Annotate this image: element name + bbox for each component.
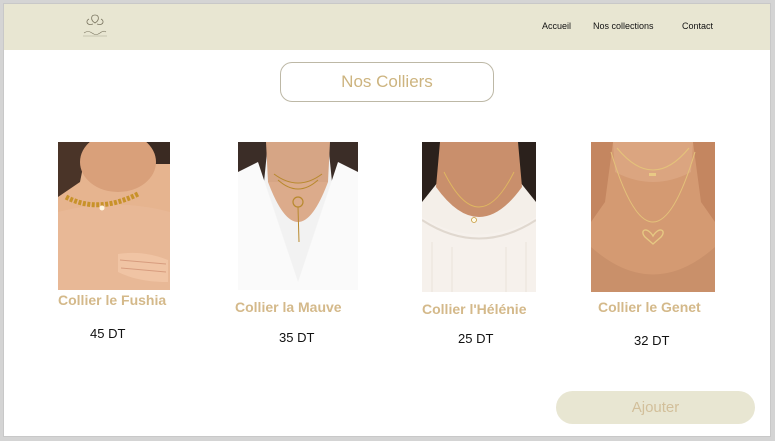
brand-logo[interactable] <box>78 12 112 42</box>
product-name-mauve: Collier la Mauve <box>235 299 342 315</box>
nav-link-accueil[interactable]: Accueil <box>542 21 571 31</box>
product-name-genet: Collier le Genet <box>598 299 701 315</box>
nav-link-collections[interactable]: Nos collections <box>593 21 654 31</box>
product-price-mauve: 35 DT <box>279 330 315 345</box>
product-name-helenie: Collier l'Hélénie <box>422 301 527 317</box>
product-price-fushia: 45 DT <box>90 326 126 341</box>
header-bar: Accueil Nos collections Contact <box>4 4 770 50</box>
product-price-helenie: 25 DT <box>458 331 494 346</box>
product-name-fushia: Collier le Fushia <box>58 292 167 308</box>
nav-link-contact[interactable]: Contact <box>682 21 713 31</box>
product-image-fushia[interactable] <box>58 142 170 290</box>
product-image-mauve[interactable] <box>238 142 358 290</box>
add-button[interactable]: Ajouter <box>556 391 755 424</box>
product-image-helenie[interactable] <box>422 142 536 292</box>
product-price-genet: 32 DT <box>634 333 670 348</box>
app-window: Accueil Nos collections Contact Nos Coll… <box>3 3 771 437</box>
product-image-genet[interactable] <box>591 142 715 292</box>
section-title: Nos Colliers <box>280 62 494 102</box>
